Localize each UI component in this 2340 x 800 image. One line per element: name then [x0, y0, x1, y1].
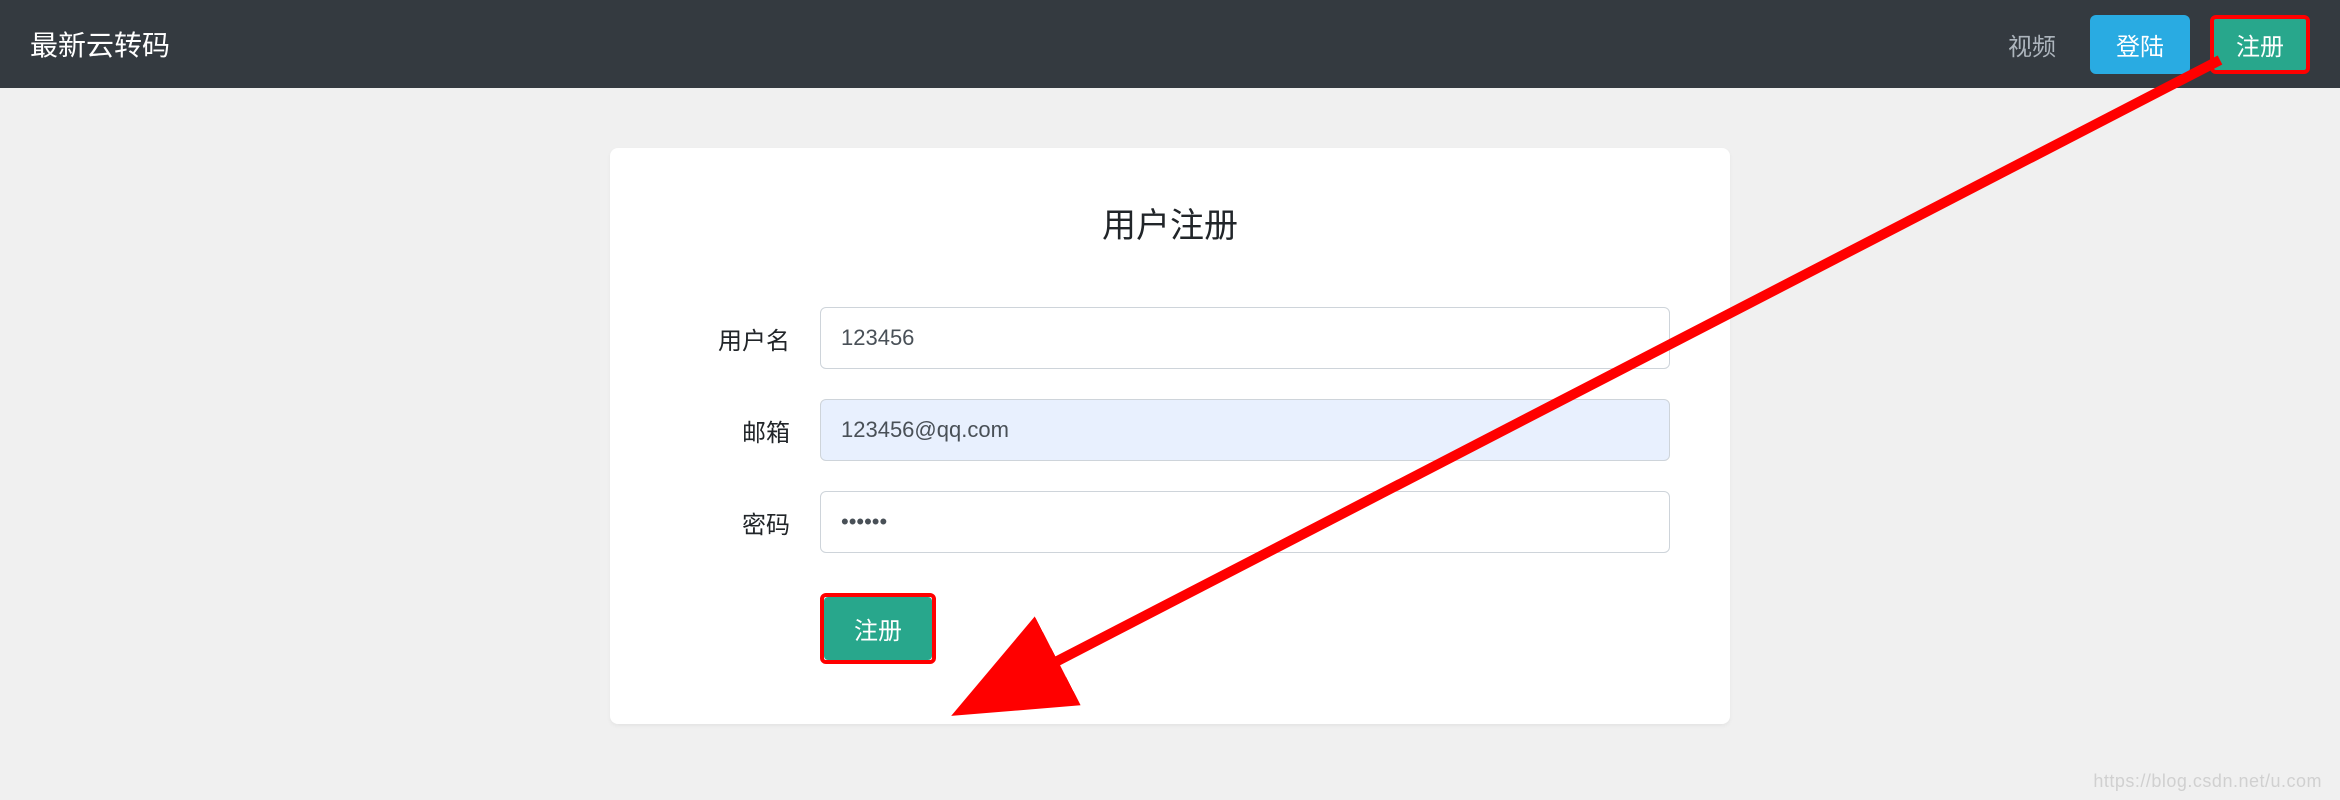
- password-input[interactable]: [820, 491, 1670, 553]
- email-label: 邮箱: [670, 413, 820, 448]
- email-input[interactable]: [820, 399, 1670, 461]
- registration-card: 用户注册 用户名 邮箱 密码 注册: [610, 148, 1730, 724]
- register-nav-button[interactable]: 注册: [2210, 15, 2310, 74]
- watermark: https://blog.csdn.net/u.com: [2093, 771, 2322, 792]
- username-input[interactable]: [820, 307, 1670, 369]
- form-title: 用户注册: [670, 198, 1670, 247]
- navbar-right: 视频 登陆 注册: [1994, 15, 2310, 74]
- username-row: 用户名: [670, 307, 1670, 369]
- submit-highlight: 注册: [820, 593, 936, 664]
- form-actions: 注册: [670, 593, 1670, 664]
- username-label: 用户名: [670, 321, 820, 356]
- nav-link-video[interactable]: 视频: [1994, 19, 2070, 70]
- password-row: 密码: [670, 491, 1670, 553]
- login-button[interactable]: 登陆: [2090, 15, 2190, 74]
- brand-title[interactable]: 最新云转码: [30, 24, 170, 64]
- navbar: 最新云转码 视频 登陆 注册: [0, 0, 2340, 88]
- password-label: 密码: [670, 505, 820, 540]
- email-row: 邮箱: [670, 399, 1670, 461]
- register-submit-button[interactable]: 注册: [824, 597, 932, 660]
